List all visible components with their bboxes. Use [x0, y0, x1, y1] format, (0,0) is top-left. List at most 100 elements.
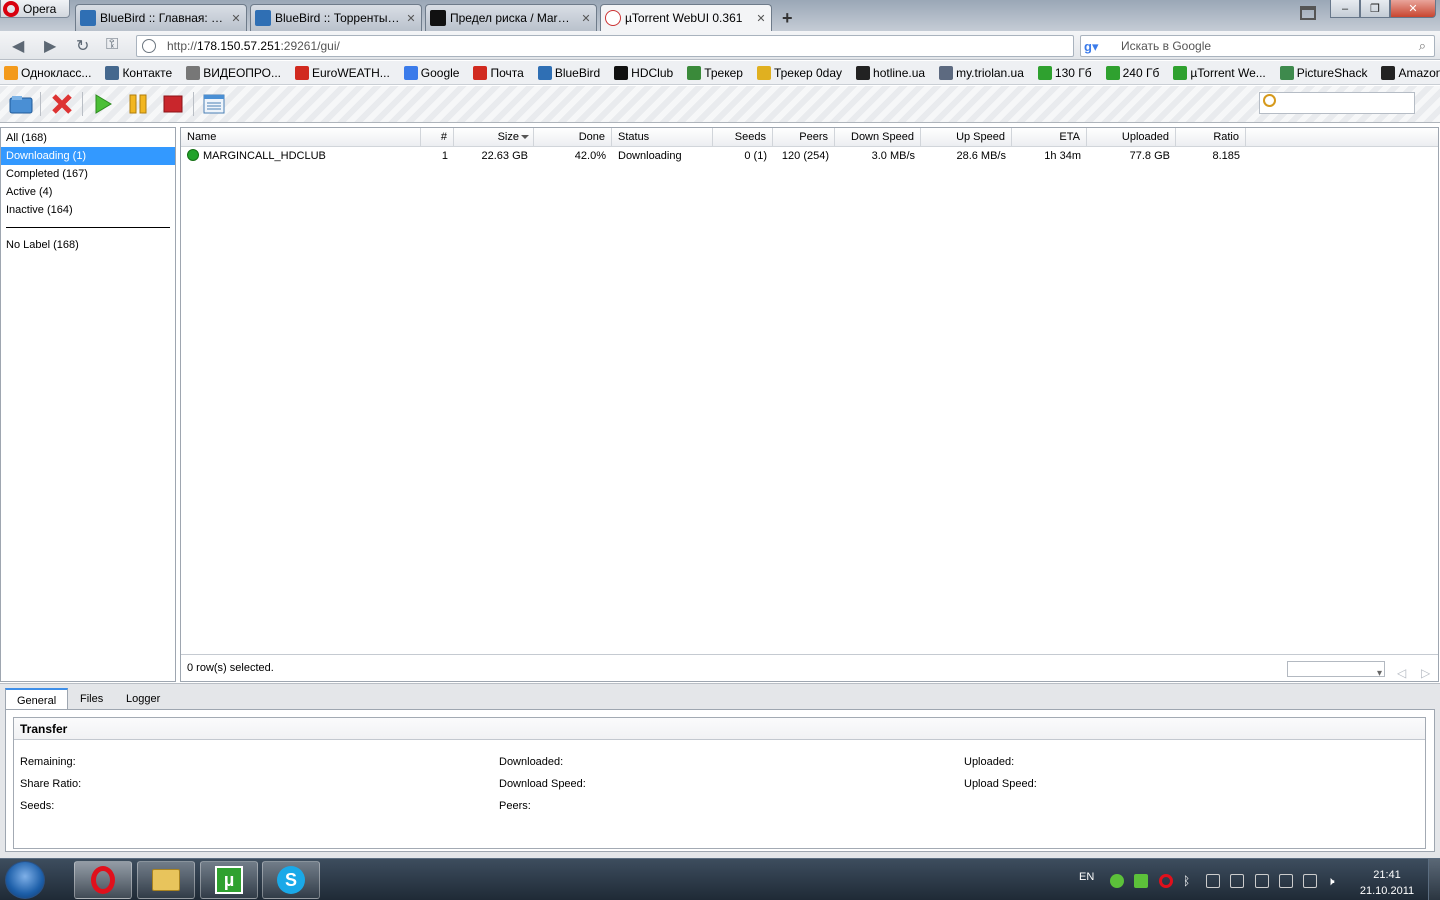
bookmark-item[interactable]: BlueBird: [537, 65, 600, 80]
tab-logger[interactable]: Logger: [115, 688, 171, 710]
taskbar-utorrent[interactable]: µ: [200, 861, 258, 899]
pause-icon[interactable]: [126, 93, 150, 115]
browser-tab-bluebird-torrents[interactable]: BlueBird :: Торренты: с... ✕: [250, 4, 422, 31]
tab-general[interactable]: General: [5, 688, 69, 710]
details-panel: General Files Logger Transfer Remaining:…: [0, 683, 1440, 858]
browser-tab-utorrent-webui[interactable]: µTorrent WebUI 0.361 ✕: [600, 4, 772, 31]
tray-opera-icon[interactable]: [1159, 874, 1173, 888]
bookmark-item[interactable]: Трекер: [687, 65, 743, 80]
tab-files[interactable]: Files: [69, 688, 114, 710]
bookmark-favicon-icon: [294, 65, 309, 80]
skype-icon: S: [277, 866, 305, 894]
url-input[interactable]: http://178.150.57.251:29261/gui/: [136, 35, 1074, 57]
column-header[interactable]: Status: [612, 128, 713, 147]
column-header[interactable]: Peers: [773, 128, 835, 147]
action-center-flag-icon[interactable]: [1255, 874, 1269, 888]
column-header[interactable]: #: [421, 128, 454, 147]
stop-icon[interactable]: [161, 93, 185, 115]
category-item[interactable]: Downloading (1): [1, 147, 175, 165]
network-icon[interactable]: [1303, 874, 1317, 888]
bookmark-item[interactable]: my.triolan.ua: [939, 65, 1024, 80]
bookmark-item[interactable]: Почта: [473, 65, 524, 80]
taskbar-clock[interactable]: 21:41 21.10.2011: [1354, 867, 1420, 899]
label-item[interactable]: No Label (168): [1, 236, 175, 254]
column-header[interactable]: Done: [534, 128, 612, 147]
volume-icon[interactable]: 🕨: [1327, 874, 1341, 888]
taskbar-skype[interactable]: S: [262, 861, 320, 899]
cell-size: 22.63 GB: [481, 150, 528, 162]
bookmark-favicon-icon: [1381, 65, 1396, 80]
bookmark-item[interactable]: hotline.ua: [856, 65, 925, 80]
bookmark-favicon-icon: [4, 65, 18, 80]
language-indicator[interactable]: EN: [1079, 871, 1094, 883]
close-tab-icon[interactable]: ✕: [230, 12, 242, 25]
close-window-icon[interactable]: ✕: [1390, 0, 1436, 18]
restore-icon[interactable]: ❐: [1360, 0, 1390, 18]
bookmark-item[interactable]: PictureShack: [1279, 65, 1367, 80]
google-search-engine-icon[interactable]: g▾: [1084, 39, 1098, 55]
table-row[interactable]: MARGINCALL_HDCLUB 1 22.63 GB 42.0% Downloadi…: [181, 148, 1438, 164]
bookmark-item[interactable]: ВИДЕОПРО...: [186, 65, 281, 80]
tray-utorrent-icon[interactable]: [1134, 874, 1148, 888]
column-header[interactable]: Uploaded: [1087, 128, 1176, 147]
bookmark-item[interactable]: HDClub: [614, 65, 674, 80]
bookmark-item[interactable]: Трекер 0day: [756, 65, 842, 80]
torrent-filter-input[interactable]: [1259, 92, 1415, 114]
tray-sync-icon[interactable]: [1110, 874, 1124, 888]
column-header[interactable]: Ratio: [1176, 128, 1246, 147]
page-select[interactable]: [1287, 661, 1385, 687]
close-tab-icon[interactable]: ✕: [405, 12, 417, 25]
browser-tab-margin-call[interactable]: Предел риска / Margi... ✕: [425, 4, 597, 31]
start-icon[interactable]: [91, 93, 115, 115]
trash-icon[interactable]: [1300, 6, 1316, 20]
column-header[interactable]: Up Speed: [921, 128, 1012, 147]
column-header[interactable]: Size: [454, 128, 534, 147]
new-tab-icon[interactable]: +: [782, 8, 793, 29]
bookmark-item[interactable]: Контакте: [105, 65, 172, 80]
column-header[interactable]: Down Speed: [835, 128, 921, 147]
bluebird-favicon-icon: [80, 10, 96, 26]
taskbar-opera[interactable]: [74, 861, 132, 899]
search-icon[interactable]: ⌕: [1419, 38, 1426, 54]
bookmark-label: ВИДЕОПРО...: [203, 65, 281, 80]
column-header[interactable]: ETA: [1012, 128, 1087, 147]
bluetooth-icon[interactable]: ᛒ: [1183, 874, 1193, 888]
url-path: :29261/gui/: [280, 39, 340, 53]
close-tab-icon[interactable]: ✕: [755, 12, 767, 25]
settings-icon[interactable]: [202, 93, 226, 115]
bookmark-item[interactable]: 130 Гб: [1037, 65, 1092, 80]
taskbar-explorer[interactable]: [137, 861, 195, 899]
bookmark-item[interactable]: µTorrent We...: [1173, 65, 1266, 80]
remove-icon[interactable]: [50, 93, 74, 115]
safely-remove-hardware-icon[interactable]: [1279, 874, 1293, 888]
tray-app-icon[interactable]: [1206, 874, 1220, 888]
bookmark-item[interactable]: Однокласс...: [4, 65, 91, 80]
search-input[interactable]: Искать в Google: [1080, 35, 1435, 57]
browser-tab-bluebird-main[interactable]: BlueBird :: Главная: ск... ✕: [75, 4, 247, 31]
torrent-table-header: Name # Size Done Status Seeds Peers Down Speed U…: [181, 128, 1438, 147]
category-item[interactable]: Inactive (164): [1, 201, 175, 219]
start-button[interactable]: [5, 861, 45, 899]
category-item[interactable]: Completed (167): [1, 165, 175, 183]
forward-icon[interactable]: ▶: [44, 36, 56, 56]
back-icon[interactable]: ◀: [12, 36, 24, 56]
bookmark-item[interactable]: Google: [403, 65, 459, 80]
bookmark-label: HDClub: [631, 65, 674, 80]
add-torrent-icon[interactable]: [9, 93, 33, 115]
bookmark-item[interactable]: EuroWEATH...: [294, 65, 390, 80]
bookmark-item[interactable]: 240 Гб: [1105, 65, 1159, 80]
bookmark-item[interactable]: Amazon.co...: [1381, 65, 1440, 80]
category-list: All (168) Downloading (1) Completed (167) A…: [1, 128, 175, 219]
show-desktop-button[interactable]: [1428, 859, 1440, 900]
category-item[interactable]: Active (4): [1, 183, 175, 201]
tray-network-disabled-icon[interactable]: [1230, 874, 1244, 888]
webui-toolbar: [0, 86, 1440, 123]
close-tab-icon[interactable]: ✕: [580, 12, 592, 25]
column-header[interactable]: Seeds: [713, 128, 773, 147]
category-item[interactable]: All (168): [1, 129, 175, 147]
wand-key-icon[interactable]: ⚿: [106, 36, 118, 54]
opera-menu-button[interactable]: Opera: [0, 0, 70, 18]
minimize-icon[interactable]: –: [1330, 0, 1360, 18]
reload-icon[interactable]: ↻: [76, 36, 89, 56]
column-header[interactable]: Name: [181, 128, 421, 147]
